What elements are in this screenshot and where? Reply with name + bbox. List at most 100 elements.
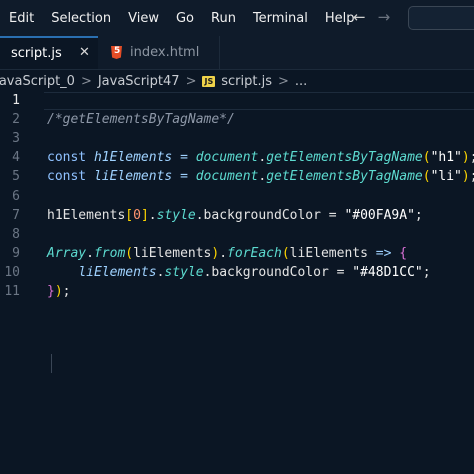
- code-text: Array.from(liElements).forEach(liElement…: [47, 244, 407, 263]
- code-line[interactable]: 4 const h1Elements = document.getElements…: [0, 148, 474, 167]
- chevron-right-icon: >: [80, 73, 92, 89]
- code-token: ]: [140, 207, 149, 223]
- code-text: const h1Elements = document.getElementsB…: [47, 148, 474, 167]
- chevron-right-icon: >: [185, 73, 197, 89]
- close-icon[interactable]: ✕: [79, 45, 90, 60]
- code-token: "li": [430, 169, 462, 185]
- code-token: "#00FA9A": [344, 207, 415, 223]
- command-center-search[interactable]: [408, 6, 474, 30]
- code-token: (: [422, 169, 431, 185]
- code-text: const liElements = document.getElementsB…: [47, 167, 474, 186]
- line-number: 3: [12, 131, 20, 147]
- code-token: style: [164, 264, 204, 280]
- code-token: ;: [470, 169, 474, 184]
- code-line[interactable]: 8: [0, 225, 474, 244]
- code-line[interactable]: 1: [0, 91, 474, 110]
- code-token: const: [47, 169, 94, 185]
- line-number: 9: [12, 245, 20, 261]
- javascript-file-icon: JS: [202, 75, 216, 87]
- code-token: const: [47, 150, 94, 166]
- code-token: ;: [422, 264, 431, 280]
- line-number: 10: [4, 264, 20, 280]
- code-text: });: [47, 282, 70, 301]
- tab-index-html[interactable]: index.html: [99, 36, 220, 69]
- code-line[interactable]: 3: [0, 129, 474, 148]
- menu-selection[interactable]: Selection: [51, 11, 111, 26]
- code-text: /*getElementsByTagName*/: [47, 110, 235, 129]
- code-token: Array: [47, 245, 87, 261]
- code-token: ): [461, 169, 470, 185]
- code-text: liElements.style.backgroundColor = "#48D…: [47, 263, 431, 282]
- code-token: style: [156, 207, 196, 223]
- breadcrumb-item[interactable]: JavaScript_0: [0, 74, 75, 89]
- line-number: 6: [12, 188, 20, 204]
- code-token: .backgroundColor =: [195, 207, 345, 223]
- line-number: 7: [12, 207, 20, 223]
- code-token: (: [281, 245, 290, 261]
- code-token: ;: [414, 207, 423, 223]
- menu-terminal[interactable]: Terminal: [253, 11, 308, 26]
- code-token: forEach: [227, 245, 282, 261]
- code-token: liElements: [133, 245, 212, 261]
- code-token: "#48D1CC": [352, 264, 423, 280]
- code-token: "h1": [430, 150, 462, 166]
- code-line[interactable]: 6: [0, 187, 474, 206]
- code-token: ;: [470, 150, 474, 165]
- code-token: .: [258, 150, 267, 166]
- line-number: 1: [12, 93, 20, 108]
- code-line[interactable]: 10 liElements.style.backgroundColor = "#…: [0, 263, 474, 282]
- menu-view[interactable]: View: [128, 11, 159, 26]
- menu-run[interactable]: Run: [211, 11, 236, 26]
- tab-script-js[interactable]: script.js ✕: [0, 36, 98, 69]
- code-token: h1Elements: [93, 150, 173, 166]
- code-token: =: [172, 150, 196, 166]
- code-token: 0: [133, 207, 141, 223]
- code-line[interactable]: 7 h1Elements[0].style.backgroundColor = "…: [0, 206, 474, 225]
- code-token: liElements: [93, 169, 173, 185]
- arrow-right-icon[interactable]: →: [378, 8, 391, 26]
- code-token: ): [461, 150, 470, 166]
- code-text: h1Elements[0].style.backgroundColor = "#…: [47, 206, 423, 225]
- code-token: liElements: [289, 245, 368, 261]
- line-number: 5: [12, 169, 20, 185]
- code-token: getElementsByTagName: [266, 150, 423, 166]
- code-token: .: [219, 245, 228, 261]
- code-editor[interactable]: 1 2 /*getElementsByTagName*/ 3 4 const h1Elem…: [0, 92, 474, 474]
- navigation-arrows: ← →: [353, 8, 390, 26]
- breadcrumb-item[interactable]: JavaScript47: [98, 74, 180, 89]
- breadcrumb: JavaScript_0 > JavaScript47 > JS script.…: [0, 70, 307, 92]
- code-token: document: [195, 169, 259, 185]
- code-token: .: [258, 169, 267, 185]
- code-token: liElements: [78, 264, 157, 280]
- code-line[interactable]: 11});: [0, 282, 474, 301]
- menu-help[interactable]: Help: [325, 11, 355, 26]
- code-token: .: [86, 245, 94, 261]
- code-token: .: [148, 207, 157, 223]
- line-number: 11: [4, 284, 20, 299]
- breadcrumb-item[interactable]: script.js: [221, 74, 272, 89]
- code-token: /*getElementsByTagName*/: [47, 112, 235, 128]
- line-number: 2: [12, 112, 20, 128]
- code-token: from: [93, 245, 126, 261]
- code-token: =>: [367, 245, 400, 261]
- breadcrumb-item[interactable]: ...: [295, 74, 307, 89]
- menu-edit[interactable]: Edit: [9, 11, 34, 26]
- code-token: }: [47, 284, 55, 299]
- arrow-left-icon[interactable]: ←: [353, 8, 366, 26]
- code-line[interactable]: 9 Array.from(liElements).forEach(liElemen…: [0, 244, 474, 263]
- tab-bar: script.js ✕ index.html: [0, 36, 474, 70]
- menu-go[interactable]: Go: [176, 11, 194, 26]
- code-line[interactable]: 2 /*getElementsByTagName*/: [0, 110, 474, 129]
- code-token: (: [422, 150, 431, 166]
- code-token: =: [172, 169, 196, 185]
- code-line[interactable]: 5 const liElements = document.getElements…: [0, 167, 474, 186]
- line-number: 4: [12, 150, 20, 166]
- code-token: (: [125, 245, 134, 261]
- code-token: .backgroundColor =: [203, 264, 353, 280]
- html5-icon: [111, 46, 122, 59]
- menu-bar: Edit Selection View Go Run Terminal Help…: [0, 0, 474, 36]
- code-token: {: [399, 245, 408, 261]
- indent-guide: [51, 354, 52, 373]
- line-number: 8: [12, 226, 20, 242]
